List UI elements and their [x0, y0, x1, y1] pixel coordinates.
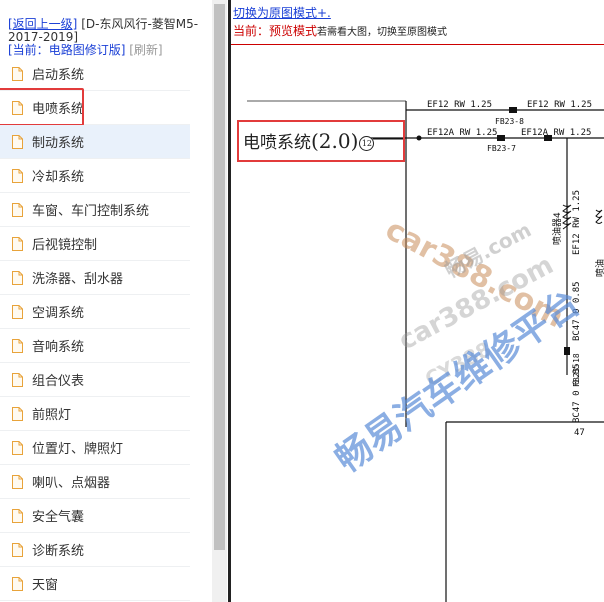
tree-item[interactable]: 后视镜控制: [0, 227, 190, 261]
junction-dot: [416, 135, 422, 141]
tree-item-label: 洗涤器、刮水器: [32, 272, 124, 287]
document-icon: [12, 66, 23, 81]
tree-item-label: 喇叭、点烟器: [32, 476, 111, 491]
fuse-label: FB23-8: [495, 117, 524, 126]
tree-item-label: 诊断系统: [32, 544, 85, 559]
diagram-title-number: 12: [359, 136, 375, 151]
tree-item-label: 车窗、车门控制系统: [32, 204, 150, 219]
document-icon: [12, 372, 23, 387]
document-icon: [12, 236, 23, 251]
fuse-label: FB23-7: [487, 144, 516, 153]
tree-item[interactable]: 空调系统: [0, 295, 190, 329]
injector-coil: [595, 209, 603, 224]
wire-label: EF12 RW 1.25: [572, 190, 582, 255]
tree-item[interactable]: 喇叭、点烟器: [0, 465, 190, 499]
current-prefix: [当前：: [8, 43, 49, 57]
status-label: 当前：: [233, 24, 270, 38]
tree-item[interactable]: 启动系统: [0, 57, 190, 91]
document-icon: [12, 304, 23, 319]
tree-item[interactable]: 组合仪表: [0, 363, 190, 397]
switch-original-mode-link[interactable]: 切换为原图模式+.: [233, 4, 331, 21]
diagram-title-text: 电喷系统: [243, 133, 311, 153]
nav-header: [返回上一级] [D-东风风行-菱智M5-2017-2019] [当前：电路图修…: [8, 18, 208, 57]
document-icon: [12, 508, 23, 523]
current-value: 电路图修订版]: [48, 43, 126, 57]
system-tree: 启动系统电喷系统制动系统冷却系统车窗、车门控制系统 后视镜控制洗涤器、刮水器 空调系…: [0, 57, 205, 601]
document-icon: [12, 474, 23, 489]
document-icon: [12, 134, 23, 149]
tree-item-label: 组合仪表: [32, 374, 85, 389]
tree-item-label: 空调系统: [32, 306, 85, 321]
status-hint: 若需看大图，切换至原图模式: [317, 27, 448, 38]
wire-label: EF12A RW 1.25: [427, 128, 497, 138]
document-icon: [12, 576, 23, 591]
tree-item-label: 启动系统: [32, 68, 85, 83]
diagram-title-version: (2.0): [311, 129, 359, 153]
tree-item-label: 冷却系统: [32, 170, 85, 185]
tree-item[interactable]: 诊断系统: [0, 533, 190, 567]
wire-label: 喷油器4: [551, 212, 563, 245]
tree-item[interactable]: 安全气囊: [0, 499, 190, 533]
document-icon: [12, 202, 23, 217]
document-icon: [12, 338, 23, 353]
left-nav-pane: [返回上一级] [D-东风风行-菱智M5-2017-2019] [当前：电路图修…: [0, 0, 212, 602]
tree-item[interactable]: 天窗: [0, 567, 190, 601]
tree-item-label: 前照灯: [32, 408, 72, 423]
tree-item[interactable]: 电喷系统: [0, 88, 190, 126]
document-icon: [12, 406, 23, 421]
tree-item[interactable]: 冷却系统: [0, 159, 190, 193]
connector-symbol: [564, 347, 570, 355]
fuse-symbol: [509, 107, 517, 113]
document-icon: [12, 168, 23, 183]
tree-item[interactable]: 车窗、车门控制系统: [0, 193, 190, 227]
tree-item-label: 位置灯、牌照灯: [32, 442, 124, 457]
back-link[interactable]: [返回上一级]: [8, 17, 77, 31]
status-mode: 预览模式: [269, 24, 318, 38]
tree-item-label: 音响系统: [32, 340, 85, 355]
selection-highlight-box: [0, 88, 84, 126]
side-label: 喷油: [594, 259, 604, 277]
wire-label: BC47 0 0.85: [572, 363, 582, 423]
tree-item[interactable]: 音响系统: [0, 329, 190, 363]
document-icon: [12, 542, 23, 557]
pin-label: 47: [574, 428, 585, 438]
tree-item-label: 后视镜控制: [32, 238, 98, 253]
tree-item[interactable]: 前照灯: [0, 397, 190, 431]
tree-item-label: 制动系统: [32, 136, 85, 151]
mode-status: 当前：预览模式若需看大图，切换至原图模式: [233, 22, 447, 39]
wire-label: EF12 RW 1.25: [427, 100, 492, 110]
document-icon: [12, 270, 23, 285]
wire-label: EF12 RW 1.25: [527, 100, 592, 110]
diagram-viewer: 切换为原图模式+. 当前：预览模式若需看大图，切换至原图模式 EF12 RW 1…: [231, 0, 604, 602]
left-scrollbar[interactable]: [212, 0, 227, 602]
tree-item-label: 天窗: [32, 578, 59, 593]
tree-item[interactable]: 制动系统: [0, 125, 190, 159]
diagram-title: 电喷系统(2.0) 12: [243, 128, 375, 153]
refresh-link[interactable]: [刷新]: [129, 43, 162, 57]
document-icon: [12, 440, 23, 455]
tree-item[interactable]: 位置灯、牌照灯: [0, 431, 190, 465]
fuse-symbol: [497, 135, 505, 141]
wire-label: EF12A RW 1.25: [521, 128, 591, 138]
tree-item[interactable]: 洗涤器、刮水器: [0, 261, 190, 295]
scroll-thumb[interactable]: [214, 4, 225, 550]
tree-item-label: 安全气囊: [32, 510, 85, 525]
